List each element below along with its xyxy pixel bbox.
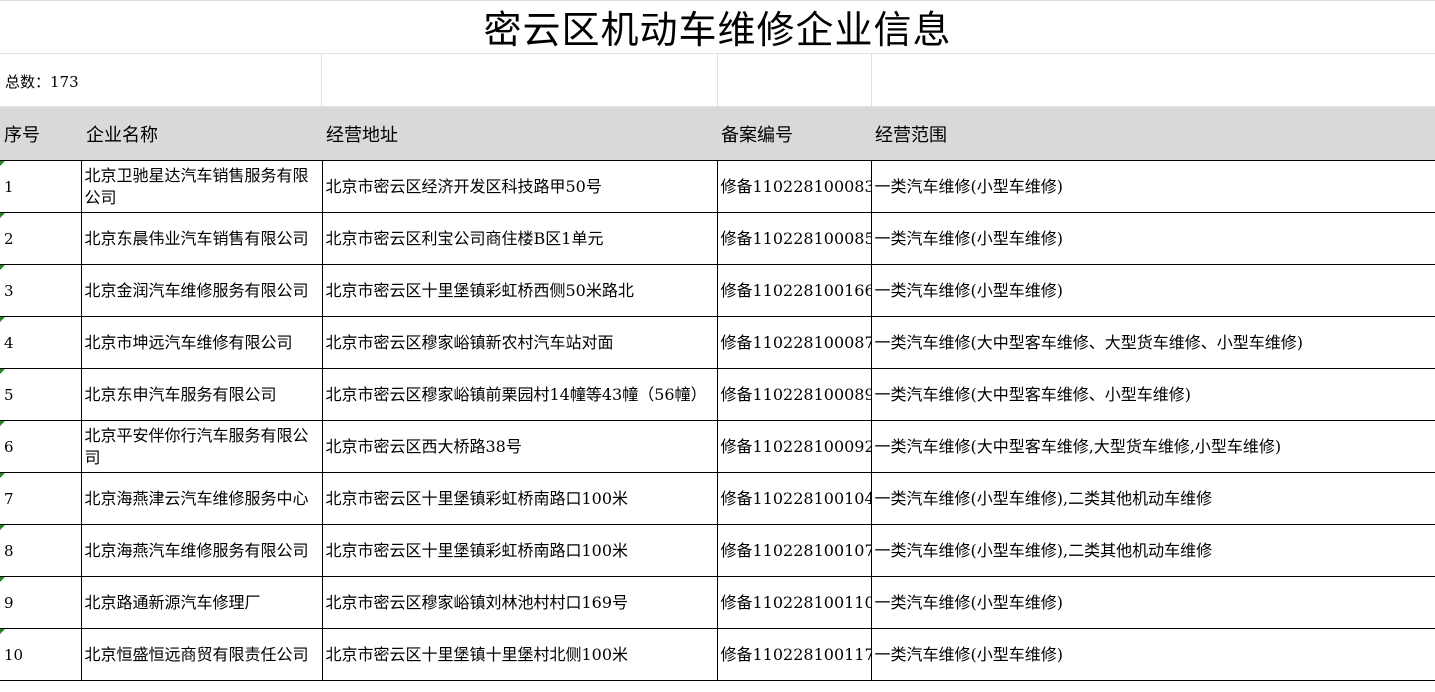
address-cell[interactable]: 北京市密云区十里堡镇十里堡村北侧100米 bbox=[321, 628, 718, 681]
sheet-title: 密云区机动车维修企业信息 bbox=[483, 8, 952, 52]
company-name-cell[interactable]: 北京东申汽车服务有限公司 bbox=[80, 368, 323, 421]
index-cell[interactable]: 5 bbox=[0, 368, 82, 421]
index-cell[interactable]: 4 bbox=[0, 316, 82, 369]
business-scope-cell[interactable]: 一类汽车维修(小型车维修),二类其他机动车维修 bbox=[870, 472, 1435, 525]
business-scope-cell[interactable]: 一类汽车维修(大中型客车维修,大型货车维修,小型车维修) bbox=[870, 420, 1435, 473]
company-name-cell[interactable]: 北京市坤远汽车维修有限公司 bbox=[80, 316, 323, 369]
count-cell[interactable]: 总数：173 bbox=[0, 54, 322, 107]
table-row: 1 北京卫驰星达汽车销售服务有限公司 北京市密云区经济开发区科技路甲50号 修备… bbox=[0, 160, 1435, 213]
registration-no-cell[interactable]: 修备110228100085 bbox=[716, 212, 872, 265]
table-row: 10 北京恒盛恒远商贸有限责任公司 北京市密云区十里堡镇十里堡村北侧100米 修… bbox=[0, 628, 1435, 681]
registration-no-cell[interactable]: 修备110228100110 bbox=[716, 576, 872, 629]
registration-no-cell[interactable]: 修备110228100104 bbox=[716, 472, 872, 525]
address-cell[interactable]: 北京市密云区十里堡镇彩虹桥南路口100米 bbox=[321, 472, 718, 525]
business-scope-cell[interactable]: 一类汽车维修(小型车维修) bbox=[870, 628, 1435, 681]
business-scope-cell[interactable]: 一类汽车维修(小型车维修),二类其他机动车维修 bbox=[870, 524, 1435, 577]
header-index[interactable]: 序号 bbox=[0, 107, 81, 161]
address-cell[interactable]: 北京市密云区西大桥路38号 bbox=[321, 420, 718, 473]
table-row: 4 北京市坤远汽车维修有限公司 北京市密云区穆家峪镇新农村汽车站对面 修备110… bbox=[0, 316, 1435, 369]
business-scope-cell[interactable]: 一类汽车维修(小型车维修) bbox=[870, 160, 1435, 213]
index-cell[interactable]: 7 bbox=[0, 472, 82, 525]
header-business-scope[interactable]: 经营范围 bbox=[871, 107, 1435, 161]
address-cell[interactable]: 北京市密云区穆家峪镇前栗园村14幢等43幢（56幢） bbox=[321, 368, 718, 421]
address-cell[interactable]: 北京市密云区穆家峪镇刘林池村村口169号 bbox=[321, 576, 718, 629]
table-row: 2 北京东晨伟业汽车销售有限公司 北京市密云区利宝公司商住楼B区1单元 修备11… bbox=[0, 212, 1435, 265]
header-address[interactable]: 经营地址 bbox=[322, 107, 717, 161]
index-cell[interactable]: 9 bbox=[0, 576, 82, 629]
address-cell[interactable]: 北京市密云区利宝公司商住楼B区1单元 bbox=[321, 212, 718, 265]
index-cell[interactable]: 10 bbox=[0, 628, 82, 681]
count-row: 总数：173 bbox=[0, 54, 1435, 107]
index-cell[interactable]: 8 bbox=[0, 524, 82, 577]
table-row: 7 北京海燕津云汽车维修服务中心 北京市密云区十里堡镇彩虹桥南路口100米 修备… bbox=[0, 472, 1435, 525]
index-cell[interactable]: 3 bbox=[0, 264, 82, 317]
address-cell[interactable]: 北京市密云区十里堡镇彩虹桥西侧50米路北 bbox=[321, 264, 718, 317]
company-name-cell[interactable]: 北京海燕汽车维修服务有限公司 bbox=[80, 524, 323, 577]
company-name-cell[interactable]: 北京东晨伟业汽车销售有限公司 bbox=[80, 212, 323, 265]
table-row: 5 北京东申汽车服务有限公司 北京市密云区穆家峪镇前栗园村14幢等43幢（56幢… bbox=[0, 368, 1435, 421]
company-name-cell[interactable]: 北京恒盛恒远商贸有限责任公司 bbox=[80, 628, 323, 681]
enterprise-table: 序号 企业名称 经营地址 备案编号 经营范围 1 北京卫驰星达汽车销售服务有限公… bbox=[0, 107, 1435, 681]
index-cell[interactable]: 6 bbox=[0, 420, 82, 473]
business-scope-cell[interactable]: 一类汽车维修(大中型客车维修、大型货车维修、小型车维修) bbox=[870, 316, 1435, 369]
address-cell[interactable]: 北京市密云区十里堡镇彩虹桥南路口100米 bbox=[321, 524, 718, 577]
business-scope-cell[interactable]: 一类汽车维修(小型车维修) bbox=[870, 212, 1435, 265]
address-cell[interactable]: 北京市密云区穆家峪镇新农村汽车站对面 bbox=[321, 316, 718, 369]
registration-no-cell[interactable]: 修备110228100083 bbox=[716, 160, 872, 213]
empty-cell[interactable] bbox=[322, 54, 718, 107]
company-name-cell[interactable]: 北京金润汽车维修服务有限公司 bbox=[80, 264, 323, 317]
title-row[interactable]: 密云区机动车维修企业信息 bbox=[0, 0, 1435, 54]
table-row: 8 北京海燕汽车维修服务有限公司 北京市密云区十里堡镇彩虹桥南路口100米 修备… bbox=[0, 524, 1435, 577]
spreadsheet: 密云区机动车维修企业信息 总数：173 序号 企业名称 经营地址 备案编号 经营… bbox=[0, 0, 1435, 692]
registration-no-cell[interactable]: 修备110228100092 bbox=[716, 420, 872, 473]
company-name-cell[interactable]: 北京路通新源汽车修理厂 bbox=[80, 576, 323, 629]
table-row: 9 北京路通新源汽车修理厂 北京市密云区穆家峪镇刘林池村村口169号 修备110… bbox=[0, 576, 1435, 629]
index-cell[interactable]: 2 bbox=[0, 212, 82, 265]
registration-no-cell[interactable]: 修备110228100107 bbox=[716, 524, 872, 577]
table-row: 3 北京金润汽车维修服务有限公司 北京市密云区十里堡镇彩虹桥西侧50米路北 修备… bbox=[0, 264, 1435, 317]
registration-no-cell[interactable]: 修备110228100089 bbox=[716, 368, 872, 421]
header-company-name[interactable]: 企业名称 bbox=[81, 107, 322, 161]
empty-cell[interactable] bbox=[718, 54, 872, 107]
header-row: 序号 企业名称 经营地址 备案编号 经营范围 bbox=[0, 107, 1435, 161]
header-registration-no[interactable]: 备案编号 bbox=[717, 107, 871, 161]
address-cell[interactable]: 北京市密云区经济开发区科技路甲50号 bbox=[321, 160, 718, 213]
business-scope-cell[interactable]: 一类汽车维修(小型车维修) bbox=[870, 576, 1435, 629]
company-name-cell[interactable]: 北京海燕津云汽车维修服务中心 bbox=[80, 472, 323, 525]
company-name-cell[interactable]: 北京卫驰星达汽车销售服务有限公司 bbox=[80, 160, 323, 213]
registration-no-cell[interactable]: 修备110228100117 bbox=[716, 628, 872, 681]
index-cell[interactable]: 1 bbox=[0, 160, 82, 213]
registration-no-cell[interactable]: 修备110228100087 bbox=[716, 316, 872, 369]
total-count: 总数：173 bbox=[5, 73, 79, 91]
company-name-cell[interactable]: 北京平安伴你行汽车服务有限公司 bbox=[80, 420, 323, 473]
business-scope-cell[interactable]: 一类汽车维修(小型车维修) bbox=[870, 264, 1435, 317]
registration-no-cell[interactable]: 修备110228100166 bbox=[716, 264, 872, 317]
table-row: 6 北京平安伴你行汽车服务有限公司 北京市密云区西大桥路38号 修备110228… bbox=[0, 420, 1435, 473]
business-scope-cell[interactable]: 一类汽车维修(大中型客车维修、小型车维修) bbox=[870, 368, 1435, 421]
